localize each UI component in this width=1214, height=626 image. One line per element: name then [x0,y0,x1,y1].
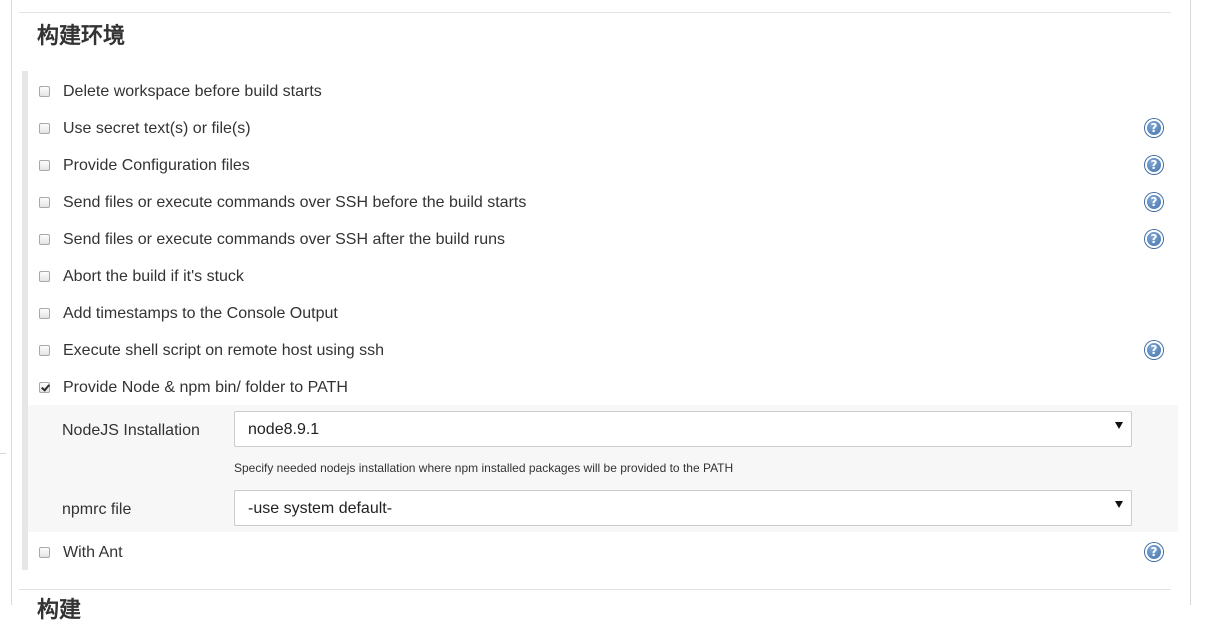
section-divider-top [19,12,1171,13]
nodejs-installation-select[interactable]: node8.9.1 [234,411,1132,447]
help-icon[interactable]: ? [1145,341,1163,359]
nodejs-installation-value[interactable]: node8.9.1 [248,420,319,440]
config-files-checkbox[interactable] [39,160,50,171]
chevron-down-icon[interactable] [1115,501,1123,508]
help-icon[interactable]: ? [1145,230,1163,248]
option-ssh-before-build[interactable]: Send files or execute commands over SSH … [38,193,1178,219]
delete-workspace-label[interactable]: Delete workspace before build starts [63,82,322,102]
secret-text-checkbox[interactable] [39,123,50,134]
section-title: 构建环境 [37,24,126,49]
with-ant-label[interactable]: With Ant [63,543,123,563]
ssh-after-build-label[interactable]: Send files or execute commands over SSH … [63,230,505,250]
option-abort-stuck[interactable]: Abort the build if it's stuck [38,267,1178,293]
help-icon[interactable]: ? [1145,119,1163,137]
timestamps-label[interactable]: Add timestamps to the Console Output [63,304,338,324]
indent-divider [0,453,6,454]
npmrc-file-select[interactable]: -use system default- [234,490,1132,526]
option-with-ant[interactable]: With Ant [38,543,1178,569]
npmrc-file-label: npmrc file [62,501,132,518]
with-ant-checkbox[interactable] [39,547,50,558]
npmrc-file-value[interactable]: -use system default- [248,499,392,519]
ssh-after-build-checkbox[interactable] [39,234,50,245]
section-divider-bottom [19,589,1171,590]
ssh-before-build-label[interactable]: Send files or execute commands over SSH … [63,193,526,213]
option-node-npm-path[interactable]: Provide Node & npm bin/ folder to PATH [38,378,1178,404]
secret-text-label[interactable]: Use secret text(s) or file(s) [63,119,251,139]
timestamps-checkbox[interactable] [39,308,50,319]
nodejs-settings-panel: NodeJS Installation node8.9.1 Specify ne… [0,405,1178,532]
node-npm-path-label[interactable]: Provide Node & npm bin/ folder to PATH [63,378,348,398]
node-npm-path-checkbox[interactable] [39,382,50,393]
remote-shell-checkbox[interactable] [39,345,50,356]
delete-workspace-checkbox[interactable] [39,86,50,97]
option-secret-text[interactable]: Use secret text(s) or file(s) [38,119,1178,145]
option-config-files[interactable]: Provide Configuration files [38,156,1178,182]
nodejs-installation-hint: Specify needed nodejs installation where… [234,461,734,475]
option-ssh-after-build[interactable]: Send files or execute commands over SSH … [38,230,1178,256]
option-timestamps[interactable]: Add timestamps to the Console Output [38,304,1178,330]
help-icon[interactable]: ? [1145,193,1163,211]
option-delete-workspace[interactable]: Delete workspace before build starts [38,82,1178,108]
abort-stuck-label[interactable]: Abort the build if it's stuck [63,267,244,287]
config-files-label[interactable]: Provide Configuration files [63,156,250,176]
ssh-before-build-checkbox[interactable] [39,197,50,208]
nodejs-installation-label: NodeJS Installation [62,422,200,439]
remote-shell-label[interactable]: Execute shell script on remote host usin… [63,341,384,361]
abort-stuck-checkbox[interactable] [39,271,50,282]
help-icon[interactable]: ? [1145,156,1163,174]
option-remote-shell[interactable]: Execute shell script on remote host usin… [38,341,1178,367]
chevron-down-icon[interactable] [1115,422,1123,429]
help-icon[interactable]: ? [1145,543,1163,561]
next-section-title: 构建 [37,598,82,623]
